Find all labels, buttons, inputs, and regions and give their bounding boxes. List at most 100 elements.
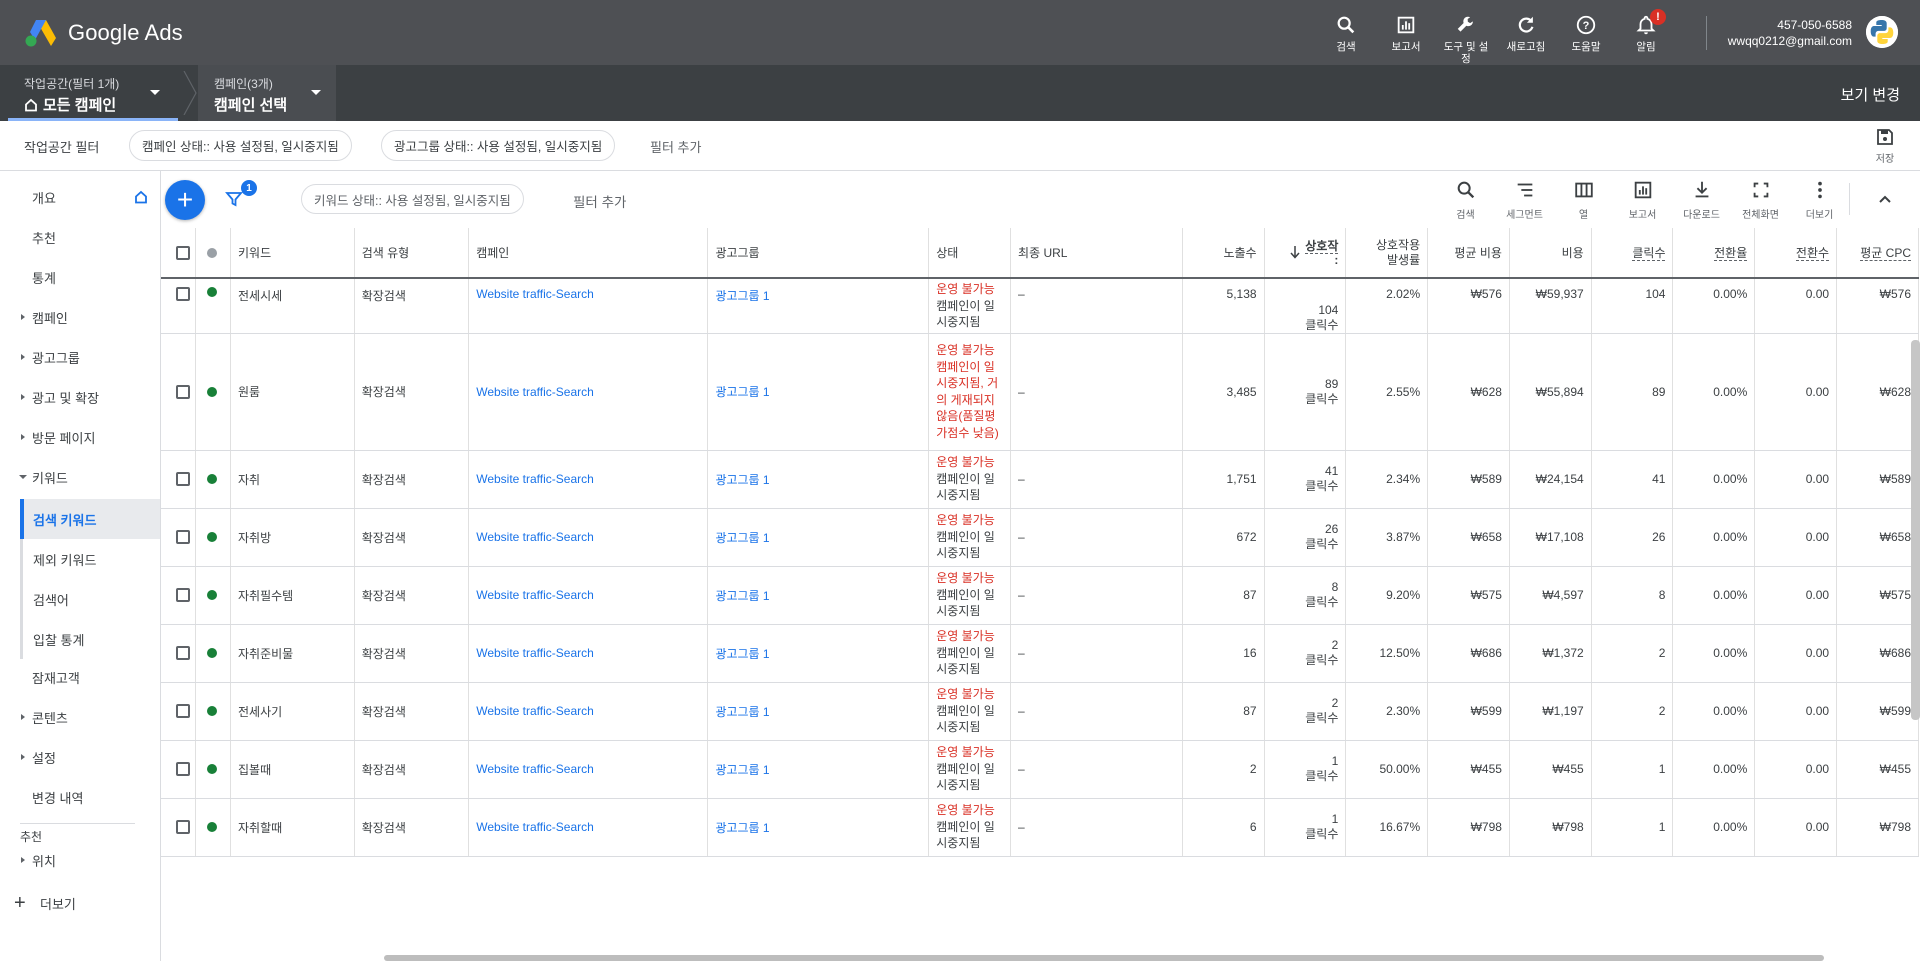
- row-checkbox[interactable]: [176, 287, 190, 301]
- row-status-dot-cell[interactable]: [195, 740, 231, 799]
- table-row[interactable]: 전세시세 확장검색 Website traffic-Search 광고그룹 1 운영 불…: [161, 278, 1919, 334]
- match-type-cell[interactable]: 확장검색: [354, 508, 470, 567]
- row-checkbox-cell[interactable]: [161, 333, 197, 451]
- status-cell[interactable]: 운영 불가능 캠페인이 일시중지됨, 거의 게재되지 않음(품질평가점수 낮음): [928, 333, 1012, 451]
- row-status-dot-cell[interactable]: [195, 333, 231, 451]
- status-cell[interactable]: 운영 불가능캠페인이 일시중지됨: [928, 508, 1012, 567]
- header-campaign[interactable]: 캠페인: [468, 228, 709, 279]
- adgroup-status-chip[interactable]: 광고그룹 상태:: 사용 설정됨, 일시중지됨: [381, 130, 616, 161]
- table-row[interactable]: 전세사기 확장검색 Website traffic-Search 광고그룹 1 운영 불…: [161, 682, 1919, 741]
- header-select-all[interactable]: [161, 228, 197, 279]
- header-conv-rate[interactable]: 전환율: [1672, 228, 1756, 279]
- google-ads-logo[interactable]: Google Ads: [24, 18, 183, 48]
- match-type-cell[interactable]: 확장검색: [354, 682, 470, 741]
- campaign-link[interactable]: Website traffic-Search: [468, 740, 709, 799]
- table-row[interactable]: 집볼때 확장검색 Website traffic-Search 광고그룹 1 운영 불가…: [161, 740, 1919, 799]
- filter-icon[interactable]: [225, 190, 243, 208]
- row-checkbox[interactable]: [176, 704, 190, 718]
- sidebar-item-settings[interactable]: 설정: [0, 737, 160, 777]
- row-checkbox-cell[interactable]: [161, 450, 197, 509]
- match-type-cell[interactable]: 확장검색: [354, 333, 470, 451]
- row-checkbox-cell[interactable]: [161, 278, 197, 334]
- campaign-link[interactable]: Website traffic-Search: [468, 566, 709, 625]
- top-notifications-button[interactable]: 알림 !: [1616, 0, 1676, 65]
- row-status-dot-cell[interactable]: [195, 682, 231, 741]
- header-cost[interactable]: 비용: [1509, 228, 1592, 279]
- table-row[interactable]: 자취준비물 확장검색 Website traffic-Search 광고그룹 1 운영 …: [161, 624, 1919, 683]
- row-checkbox-cell[interactable]: [161, 740, 197, 799]
- adgroup-link[interactable]: 광고그룹 1: [707, 566, 930, 625]
- row-status-dot-cell[interactable]: [195, 278, 231, 334]
- row-checkbox-cell[interactable]: [161, 798, 197, 857]
- table-row[interactable]: 자취 확장검색 Website traffic-Search 광고그룹 1 운영 불가능…: [161, 450, 1919, 509]
- campaign-link[interactable]: Website traffic-Search: [468, 508, 709, 567]
- campaign-link[interactable]: Website traffic-Search: [468, 682, 709, 741]
- row-checkbox-cell[interactable]: [161, 624, 197, 683]
- row-checkbox[interactable]: [176, 646, 190, 660]
- table-row[interactable]: 자취방 확장검색 Website traffic-Search 광고그룹 1 운영 불가…: [161, 508, 1919, 567]
- header-avg-cpc[interactable]: 평균 CPC: [1836, 228, 1919, 279]
- row-checkbox[interactable]: [176, 588, 190, 602]
- view-change-button[interactable]: 보기 변경: [1841, 84, 1900, 105]
- status-cell[interactable]: 운영 불가능캠페인이 일시중지됨: [928, 566, 1012, 625]
- row-checkbox[interactable]: [176, 762, 190, 776]
- sidebar-item-ads-extensions[interactable]: 광고 및 확장: [0, 377, 160, 417]
- top-tools-button[interactable]: 도구 및 설정: [1436, 0, 1496, 65]
- status-cell[interactable]: 운영 불가능캠페인이 일시중지됨: [928, 740, 1012, 799]
- match-type-cell[interactable]: 확장검색: [354, 740, 470, 799]
- save-button[interactable]: 저장: [1870, 127, 1900, 165]
- row-checkbox[interactable]: [176, 472, 190, 486]
- sidebar-item-landing-pages[interactable]: 방문 페이지: [0, 417, 160, 457]
- sidebar-item-insights[interactable]: 통계: [0, 257, 160, 297]
- account-info[interactable]: 457-050-6588 wwqq0212@gmail.com: [1728, 17, 1852, 49]
- keyword-cell[interactable]: 원룸: [230, 333, 355, 451]
- match-type-cell[interactable]: 확장검색: [354, 450, 470, 509]
- sidebar-subitem-search-terms[interactable]: 검색어: [20, 579, 160, 619]
- collapse-chevron-icon[interactable]: [1877, 191, 1893, 207]
- row-checkbox-cell[interactable]: [161, 682, 197, 741]
- sidebar-item-audiences[interactable]: 잠재고객: [0, 657, 160, 697]
- match-type-cell[interactable]: 확장검색: [354, 624, 470, 683]
- campaign-link[interactable]: Website traffic-Search: [468, 798, 709, 857]
- sidebar-item-change-history[interactable]: 변경 내역: [0, 777, 160, 817]
- campaign-link[interactable]: Website traffic-Search: [468, 624, 709, 683]
- table-row[interactable]: 자취필수템 확장검색 Website traffic-Search 광고그룹 1 운영 …: [161, 566, 1919, 625]
- select-all-checkbox[interactable]: [176, 245, 190, 260]
- table-reports-button[interactable]: 보고서: [1613, 179, 1672, 221]
- sidebar-item-locations[interactable]: 위치: [0, 843, 160, 877]
- keyword-cell[interactable]: 전세시세: [230, 278, 355, 334]
- keyword-cell[interactable]: 자취준비물: [230, 624, 355, 683]
- table-search-button[interactable]: 검색: [1436, 179, 1495, 221]
- adgroup-link[interactable]: 광고그룹 1: [707, 278, 930, 334]
- sidebar-item-campaigns[interactable]: 캠페인: [0, 297, 160, 337]
- keyword-cell[interactable]: 자취방: [230, 508, 355, 567]
- status-cell[interactable]: 운영 불가능캠페인이 일시중지됨: [928, 682, 1012, 741]
- keyword-cell[interactable]: 자취할때: [230, 798, 355, 857]
- top-refresh-button[interactable]: 새로고침: [1496, 0, 1556, 65]
- campaign-link[interactable]: Website traffic-Search: [468, 333, 709, 451]
- keyword-cell[interactable]: 자취필수템: [230, 566, 355, 625]
- workspace-add-filter[interactable]: 필터 추가: [650, 137, 701, 156]
- campaign-link[interactable]: Website traffic-Search: [468, 278, 709, 334]
- sidebar-item-overview[interactable]: 개요: [0, 177, 160, 217]
- row-status-dot-cell[interactable]: [195, 450, 231, 509]
- adgroup-link[interactable]: 광고그룹 1: [707, 740, 930, 799]
- header-interaction-rate[interactable]: 상호작용 발생률: [1345, 228, 1429, 279]
- top-reports-button[interactable]: 보고서: [1376, 0, 1436, 65]
- workspace-selector[interactable]: 작업공간(필터 1개) 모든 캠페인: [8, 65, 178, 121]
- header-conversions[interactable]: 전환수: [1754, 228, 1838, 279]
- top-help-button[interactable]: ? 도움말: [1556, 0, 1616, 65]
- sidebar-subitem-auction-insights[interactable]: 입찰 통계: [20, 619, 160, 659]
- header-adgroup[interactable]: 광고그룹: [707, 228, 930, 279]
- vertical-scrollbar[interactable]: [1911, 340, 1920, 720]
- row-status-dot-cell[interactable]: [195, 798, 231, 857]
- row-checkbox[interactable]: [176, 530, 190, 544]
- campaign-link[interactable]: Website traffic-Search: [468, 450, 709, 509]
- match-type-cell[interactable]: 확장검색: [354, 278, 470, 334]
- keyword-status-chip[interactable]: 키워드 상태:: 사용 설정됨, 일시중지됨: [301, 184, 524, 214]
- header-clicks[interactable]: 클릭수: [1591, 228, 1674, 279]
- keyword-cell[interactable]: 자취: [230, 450, 355, 509]
- adgroup-link[interactable]: 광고그룹 1: [707, 333, 930, 451]
- status-cell[interactable]: 운영 불가능캠페인이 일시중지됨: [928, 450, 1012, 509]
- match-type-cell[interactable]: 확장검색: [354, 798, 470, 857]
